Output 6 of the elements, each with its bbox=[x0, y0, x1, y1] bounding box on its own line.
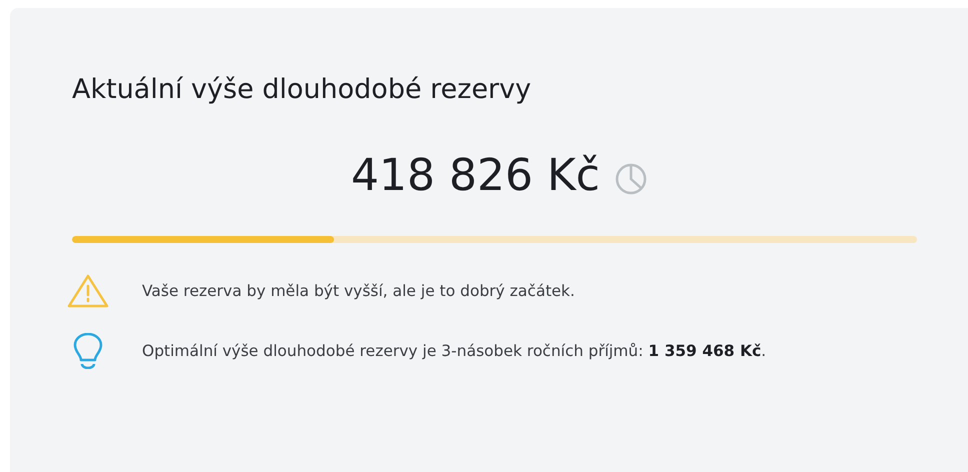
warning-icon bbox=[66, 273, 110, 309]
message-text: Optimální výše dlouhodobé rezervy je 3-násobek ročních příjmů: 1 359 468 Kč. bbox=[142, 341, 768, 362]
reserve-amount: 418 826 Kč bbox=[351, 149, 600, 203]
message-text: Vaše rezerva by měla být vyšší, ale je to dobrý začátek. bbox=[142, 281, 576, 302]
card-title: Aktuální výše dlouhodobé rezervy bbox=[72, 73, 532, 107]
pie-chart-icon[interactable] bbox=[614, 162, 648, 196]
